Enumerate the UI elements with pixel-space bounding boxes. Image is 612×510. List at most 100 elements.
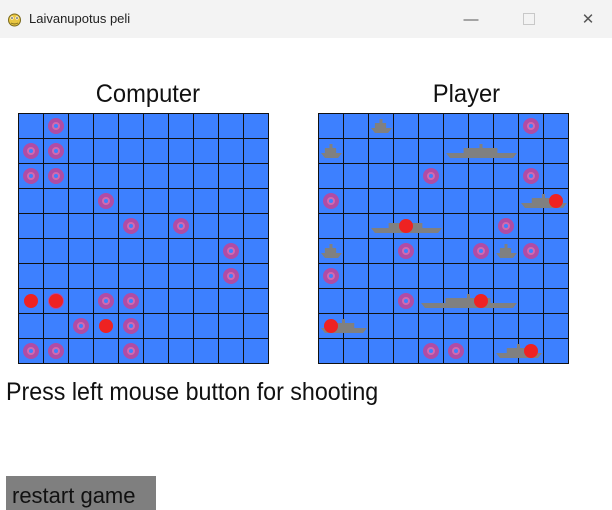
computer-board-cell[interactable] — [194, 289, 219, 314]
computer-board-cell[interactable] — [144, 189, 169, 214]
computer-board-cell[interactable] — [69, 164, 94, 189]
computer-board-cell[interactable] — [244, 189, 269, 214]
player-board-cell — [419, 139, 444, 164]
computer-board-cell[interactable] — [169, 189, 194, 214]
computer-board-cell[interactable] — [119, 239, 144, 264]
player-board-cell — [369, 339, 394, 364]
computer-board-cell[interactable] — [19, 239, 44, 264]
computer-board-cell[interactable] — [194, 189, 219, 214]
computer-board-cell[interactable] — [144, 239, 169, 264]
computer-board-cell[interactable] — [169, 339, 194, 364]
computer-board-cell[interactable] — [69, 214, 94, 239]
computer-board-cell[interactable] — [219, 314, 244, 339]
computer-board-cell[interactable] — [119, 264, 144, 289]
computer-board-cell[interactable] — [169, 114, 194, 139]
computer-board-cell[interactable] — [69, 339, 94, 364]
miss-marker — [48, 118, 64, 134]
computer-board-cell[interactable] — [44, 189, 69, 214]
computer-board[interactable] — [18, 113, 269, 364]
computer-board-cell[interactable] — [69, 114, 94, 139]
computer-board-title: Computer — [95, 80, 201, 108]
computer-board-cell[interactable] — [244, 264, 269, 289]
miss-marker — [398, 243, 414, 259]
computer-board-cell[interactable] — [69, 264, 94, 289]
computer-board-cell[interactable] — [44, 264, 69, 289]
computer-board-cell[interactable] — [169, 139, 194, 164]
computer-board-cell[interactable] — [19, 214, 44, 239]
computer-board-cell[interactable] — [244, 164, 269, 189]
computer-board-cell[interactable] — [169, 239, 194, 264]
computer-board-cell[interactable] — [194, 139, 219, 164]
miss-marker — [23, 343, 39, 359]
computer-board-cell[interactable] — [144, 314, 169, 339]
computer-board-cell[interactable] — [244, 214, 269, 239]
computer-board-cell[interactable] — [194, 339, 219, 364]
computer-board-cell[interactable] — [169, 264, 194, 289]
computer-board-cell[interactable] — [69, 189, 94, 214]
computer-board-cell[interactable] — [219, 214, 244, 239]
computer-board-cell[interactable] — [69, 139, 94, 164]
player-board-cell — [469, 114, 494, 139]
computer-board-cell[interactable] — [219, 139, 244, 164]
computer-board-cell[interactable] — [94, 214, 119, 239]
player-board-cell — [469, 214, 494, 239]
computer-board-cell[interactable] — [144, 339, 169, 364]
computer-board-cell[interactable] — [19, 114, 44, 139]
computer-board-cell[interactable] — [244, 339, 269, 364]
close-button[interactable]: ✕ — [565, 0, 611, 38]
computer-board-cell[interactable] — [194, 114, 219, 139]
computer-board-cell[interactable] — [19, 264, 44, 289]
computer-board-cell[interactable] — [119, 189, 144, 214]
computer-board-cell[interactable] — [219, 289, 244, 314]
computer-board-cell[interactable] — [94, 164, 119, 189]
player-board-cell — [344, 214, 369, 239]
computer-board-cell[interactable] — [119, 114, 144, 139]
player-board-cell — [319, 339, 344, 364]
computer-board-cell[interactable] — [19, 314, 44, 339]
computer-board-cell[interactable] — [119, 164, 144, 189]
computer-board-cell[interactable] — [169, 314, 194, 339]
computer-board-cell[interactable] — [219, 164, 244, 189]
computer-board-cell[interactable] — [144, 289, 169, 314]
computer-board-cell[interactable] — [169, 289, 194, 314]
computer-board-cell[interactable] — [144, 214, 169, 239]
computer-board-cell[interactable] — [119, 139, 144, 164]
computer-board-cell[interactable] — [94, 239, 119, 264]
computer-board-cell[interactable] — [244, 289, 269, 314]
computer-board-cell[interactable] — [69, 239, 94, 264]
computer-board-cell[interactable] — [244, 314, 269, 339]
computer-board-cell[interactable] — [94, 339, 119, 364]
computer-board-cell[interactable] — [194, 264, 219, 289]
miss-marker — [523, 168, 539, 184]
computer-board-cell[interactable] — [194, 314, 219, 339]
computer-board-cell[interactable] — [219, 189, 244, 214]
computer-board-cell[interactable] — [69, 289, 94, 314]
computer-board-cell[interactable] — [244, 114, 269, 139]
computer-board-cell[interactable] — [144, 114, 169, 139]
computer-board-cell[interactable] — [219, 339, 244, 364]
computer-board-cell[interactable] — [44, 314, 69, 339]
computer-board-cell[interactable] — [144, 139, 169, 164]
computer-board-cell[interactable] — [94, 114, 119, 139]
computer-board-cell[interactable] — [144, 264, 169, 289]
restart-game-button[interactable]: restart game — [6, 476, 156, 510]
computer-board-cell[interactable] — [219, 114, 244, 139]
computer-board-cell[interactable] — [144, 164, 169, 189]
player-board-cell — [394, 264, 419, 289]
maximize-button[interactable] — [506, 0, 552, 38]
computer-board-cell[interactable] — [244, 239, 269, 264]
computer-board-cell[interactable] — [244, 139, 269, 164]
computer-board-cell[interactable] — [19, 189, 44, 214]
computer-board-cell[interactable] — [44, 214, 69, 239]
computer-board-cell[interactable] — [194, 239, 219, 264]
computer-board-cell[interactable] — [169, 164, 194, 189]
window-title: Laivanupotus peli — [29, 11, 131, 26]
minimize-button[interactable]: — — [448, 0, 494, 38]
computer-board-cell[interactable] — [94, 139, 119, 164]
computer-board-cell[interactable] — [44, 239, 69, 264]
computer-board-cell[interactable] — [94, 264, 119, 289]
miss-marker — [448, 343, 464, 359]
miss-marker — [73, 318, 89, 334]
computer-board-cell[interactable] — [194, 164, 219, 189]
computer-board-cell[interactable] — [194, 214, 219, 239]
